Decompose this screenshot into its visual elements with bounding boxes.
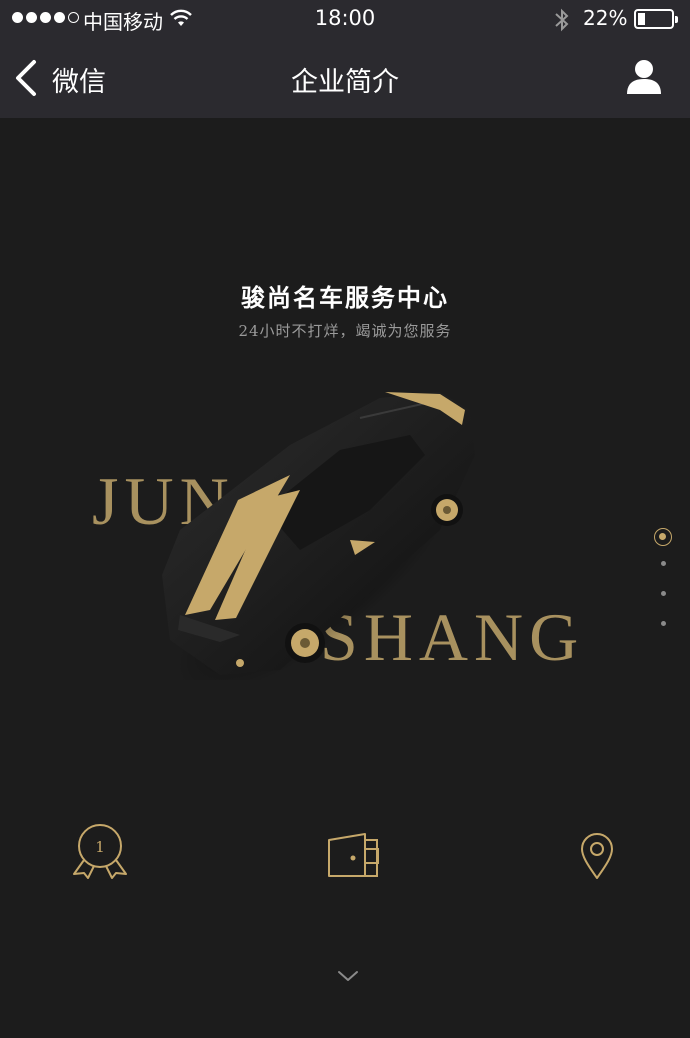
bluetooth-icon: [555, 8, 569, 32]
battery-icon: [634, 9, 678, 29]
pager-dot[interactable]: [661, 561, 666, 566]
company-subtitle: 24小时不打烊，竭诚为您服务: [238, 322, 452, 340]
chevron-down-icon[interactable]: [336, 968, 360, 984]
sports-car-image: [162, 392, 475, 680]
award-badge-text: 1: [95, 838, 105, 856]
pager-dot-active[interactable]: [654, 528, 672, 546]
location-pin-icon[interactable]: [579, 832, 615, 880]
wallet-icon[interactable]: [327, 832, 381, 878]
user-profile-icon[interactable]: [625, 58, 663, 96]
award-medal-icon[interactable]: 1: [72, 822, 128, 880]
status-bar: 中国移动 18:00 22%: [0, 0, 690, 40]
company-title: 骏尚名车服务中心: [241, 283, 449, 312]
battery-percent: 22%: [583, 6, 628, 30]
pager-dot[interactable]: [661, 621, 666, 626]
pager-dot[interactable]: [661, 591, 666, 596]
page-title: 企业简介: [291, 67, 399, 98]
